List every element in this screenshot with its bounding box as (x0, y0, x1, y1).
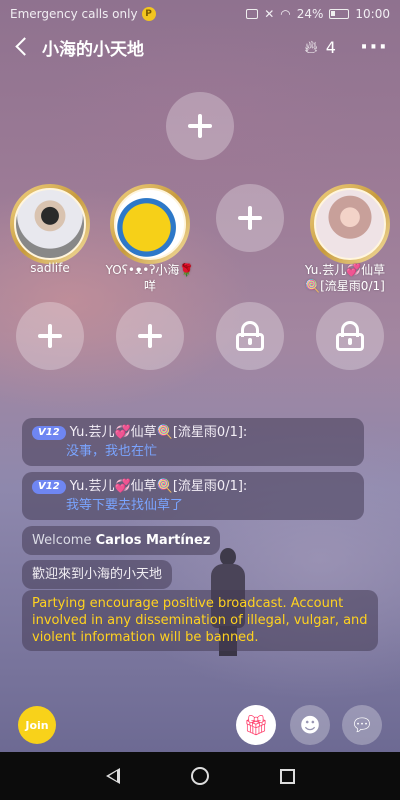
chat-text: 我等下要去找仙草了 (66, 498, 184, 513)
chat-text: 没事，我也在忙 (66, 444, 158, 459)
avatar (314, 188, 386, 260)
nfc-icon (246, 9, 259, 19)
seat-8-locked[interactable] (316, 302, 384, 370)
seat-6-empty[interactable] (116, 302, 184, 370)
room-title: 小海的小天地 (42, 39, 144, 60)
seat-1-avatar[interactable] (10, 184, 90, 264)
avatar (14, 188, 86, 260)
clock: 10:00 (355, 7, 390, 21)
seat-1-name: sadlife (30, 261, 70, 275)
join-button[interactable]: Join (18, 706, 56, 744)
welcome-prefix: Welcome (32, 533, 92, 548)
system-navigation-bar (0, 752, 400, 800)
chat-message[interactable]: V12 Yu.芸儿💞仙草🍭[流星雨0/1]: 没事，我也在忙 (22, 418, 364, 466)
plus-icon (188, 114, 212, 138)
p-badge-icon: P (141, 7, 156, 21)
seat-5-empty[interactable] (16, 302, 84, 370)
nav-home-icon[interactable] (190, 767, 209, 785)
more-options-icon[interactable]: ··· (360, 35, 388, 60)
seat-4-name-line1: Yu.芸儿💞仙草 (304, 263, 386, 277)
vip-level-badge: V12 (32, 426, 66, 440)
chat-username: Yu.芸儿💞仙草🍭[流星雨0/1]: (69, 425, 248, 440)
bottom-toolbar: Join 🎁︎ ☻ 💬︎ (0, 700, 400, 750)
gift-icon[interactable]: 🎁︎ (236, 705, 276, 745)
battery-icon (329, 9, 350, 19)
mute-icon: ✕ (264, 7, 275, 21)
room-greeting: 歡迎來到小海的小天地 (22, 560, 173, 589)
lock-icon (236, 321, 264, 351)
back-arrow-icon[interactable] (12, 37, 32, 57)
seat-3-empty[interactable] (216, 184, 284, 252)
seat-2-name-line2: 咩 (143, 279, 156, 293)
carrier-text: Emergency calls only (10, 7, 138, 21)
seat-4-name: Yu.芸儿💞仙草 🍭[流星雨0/1] (290, 262, 400, 294)
room-header: 小海的小天地 🔥︎ 4 ··· (0, 30, 400, 64)
heat-count: 4 (325, 37, 336, 57)
vip-level-badge: V12 (32, 480, 66, 494)
nav-back-icon[interactable] (105, 768, 120, 784)
seat-4-avatar[interactable] (310, 184, 390, 264)
status-bar: Emergency calls only P ✕ ◠ 24% 10:00 (0, 0, 400, 28)
seat-2-name-line1: YOʕ•ᴥ•ʔ小海🌹 (105, 263, 195, 277)
plus-icon (138, 324, 162, 348)
seat-2-avatar[interactable] (110, 184, 190, 264)
plus-icon (38, 324, 62, 348)
chat-message[interactable]: V12 Yu.芸儿💞仙草🍭[流星雨0/1]: 我等下要去找仙草了 (22, 472, 364, 520)
wifi-icon: ◠ (280, 7, 291, 21)
welcome-user: Carlos Martínez (95, 533, 211, 548)
system-notice: Partying encourage positive broadcast. A… (22, 590, 378, 651)
seat-4-name-line2: 🍭[流星雨0/1] (305, 279, 385, 293)
chat-bubble-icon[interactable]: 💬︎ (342, 705, 382, 745)
seat-7-locked[interactable] (216, 302, 284, 370)
battery-percent: 24% (296, 7, 324, 21)
lock-icon (336, 321, 364, 351)
host-seat-empty[interactable] (166, 92, 234, 160)
seat-2-name: YOʕ•ᴥ•ʔ小海🌹 咩 (90, 262, 210, 294)
flame-icon: 🔥︎ (304, 36, 318, 58)
emoji-icon[interactable]: ☻ (290, 705, 330, 745)
avatar (114, 188, 186, 260)
chat-username: Yu.芸儿💞仙草🍭[流星雨0/1]: (69, 479, 248, 494)
welcome-message: Welcome Carlos Martínez (22, 526, 221, 555)
nav-recents-icon[interactable] (279, 768, 295, 784)
plus-icon (238, 206, 262, 230)
